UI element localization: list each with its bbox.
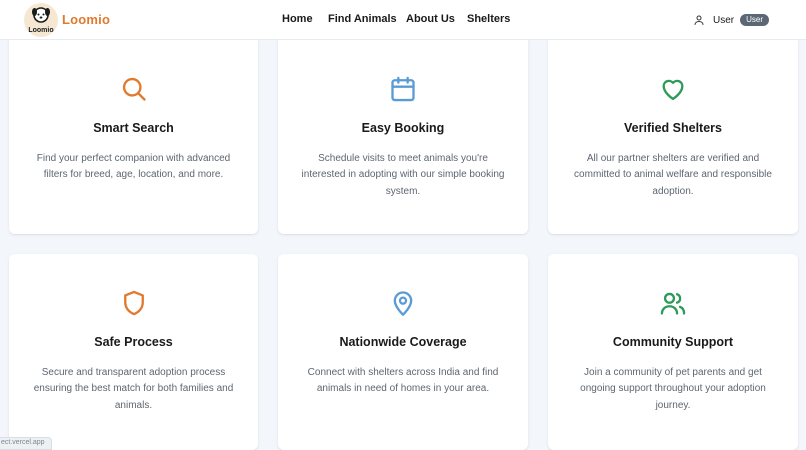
user-name[interactable]: User: [713, 15, 734, 26]
heart-icon: [662, 79, 684, 101]
main-nav: Home Find Animals About Us Shelters: [0, 13, 806, 29]
nav-find-animals[interactable]: Find Animals: [328, 13, 397, 25]
feature-card-smart-search: Smart Search Find your perfect companion…: [9, 34, 258, 234]
top-navbar: Loomio Loomio Home Find Animals About Us…: [0, 0, 806, 40]
feature-title: Verified Shelters: [624, 121, 722, 135]
nav-home[interactable]: Home: [282, 13, 313, 25]
feature-card-easy-booking: Easy Booking Schedule visits to meet ani…: [278, 34, 528, 234]
nav-about-us[interactable]: About Us: [406, 13, 455, 25]
nav-shelters[interactable]: Shelters: [467, 13, 510, 25]
feature-title: Community Support: [612, 335, 734, 349]
feature-description: Find your perfect companion with advance…: [36, 153, 231, 181]
search-icon: [122, 77, 146, 101]
shield-icon: [123, 290, 144, 316]
feature-description: Secure and transparent adoption process …: [33, 367, 234, 411]
status-url-tooltip: ect.vercel.app: [0, 437, 52, 450]
user-icon: [694, 15, 704, 25]
calendar-icon: [391, 76, 415, 102]
feature-card-nationwide-coverage: Nationwide Coverage Connect with shelter…: [278, 254, 528, 450]
feature-title: Smart Search: [93, 121, 174, 135]
role-badge: User: [740, 14, 769, 26]
feature-description: Join a community of pet parents and get …: [580, 367, 766, 411]
feature-title: Nationwide Coverage: [339, 335, 467, 349]
feature-card-verified-shelters: Verified Shelters All our partner shelte…: [548, 34, 798, 234]
feature-description: All our partner shelters are verified an…: [574, 153, 772, 197]
map-pin-icon: [393, 291, 413, 316]
users-icon: [660, 292, 686, 315]
user-menu[interactable]: User User: [693, 12, 769, 28]
feature-description: Connect with shelters across India and f…: [307, 367, 499, 395]
feature-description: Schedule visits to meet animals you're i…: [301, 153, 505, 197]
feature-title: Easy Booking: [361, 121, 445, 135]
feature-card-safe-process: Safe Process Secure and transparent adop…: [9, 254, 258, 450]
feature-title: Safe Process: [94, 335, 173, 349]
feature-card-community-support: Community Support Join a community of pe…: [548, 254, 798, 450]
